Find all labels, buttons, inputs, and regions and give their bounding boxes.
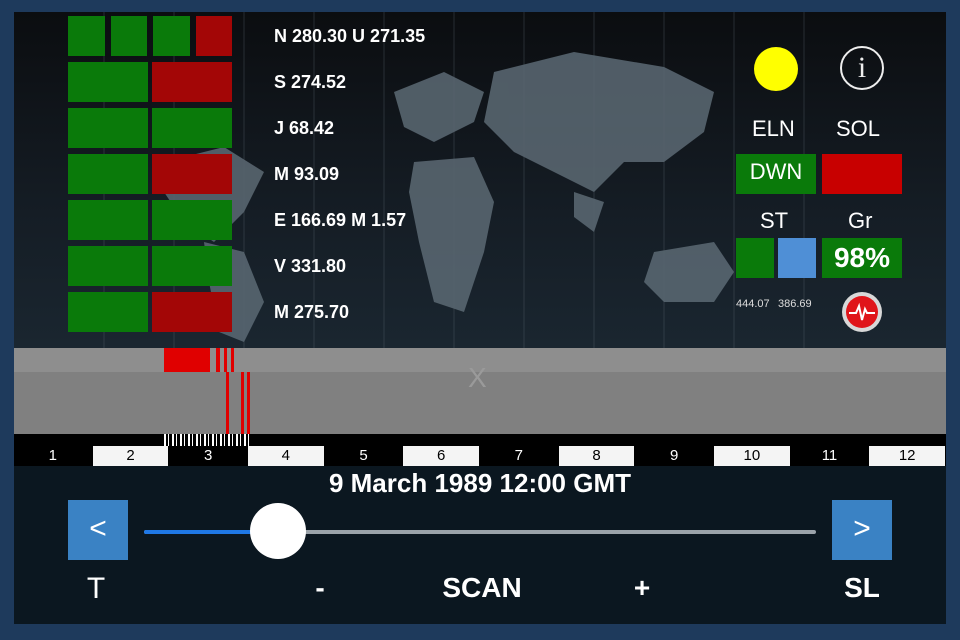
month-label[interactable]: 5	[325, 446, 402, 466]
aspect-cell	[68, 200, 148, 240]
st-indicator-blue	[778, 238, 816, 278]
gr-label: Gr	[848, 208, 873, 233]
strip-marker	[247, 372, 250, 434]
planet-readout: J 68.42	[274, 118, 335, 138]
gr-percent: 98%	[822, 238, 902, 278]
app-frame: N 280.30 U 271.35 S 274.52 J 68.42 M 93.09 E…	[14, 12, 946, 624]
aspect-cell	[152, 108, 232, 148]
t-button[interactable]: T	[74, 572, 118, 606]
aspect-cell	[68, 62, 148, 102]
strip-marker	[164, 348, 210, 372]
minus-button[interactable]: -	[300, 572, 340, 604]
month-label[interactable]: 3	[170, 446, 246, 466]
month-label[interactable]: 8	[558, 446, 635, 466]
month-label[interactable]: 10	[714, 446, 790, 466]
month-label[interactable]: 11	[791, 446, 868, 466]
heartbeat-wave	[849, 302, 875, 321]
small-value-right: 386.69	[778, 298, 812, 310]
strip-marker	[241, 372, 244, 434]
aspect-cell	[152, 154, 232, 194]
sun-icon[interactable]	[754, 47, 798, 91]
st-indicator-green	[736, 238, 774, 278]
month-label[interactable]: 9	[636, 446, 712, 466]
aspect-cell	[195, 16, 232, 56]
sol-status	[822, 154, 902, 194]
sl-button[interactable]: SL	[832, 572, 892, 604]
planet-readout: E 166.69 M 1.57	[274, 210, 407, 230]
month-label[interactable]: 2	[92, 446, 169, 466]
next-button[interactable]: >	[832, 500, 892, 560]
strip-marker	[226, 372, 229, 434]
small-value-left: 444.07	[736, 298, 770, 310]
month-label[interactable]: 4	[248, 446, 324, 466]
strip-marker	[224, 348, 227, 372]
eln-label: ELN	[752, 116, 795, 141]
date-label: 9 March 1989 12:00 GMT	[328, 468, 632, 498]
month-label[interactable]: 6	[403, 446, 479, 466]
month-label[interactable]: 12	[869, 446, 945, 466]
st-label: ST	[760, 208, 789, 233]
planet-readout: M 275.70	[274, 302, 350, 322]
prev-button[interactable]: <	[68, 500, 128, 560]
month-ruler[interactable]: 1 2 3 4 5 6 7 8 9 10 11 12	[14, 434, 946, 466]
strip-marker	[216, 348, 220, 372]
aspect-cell	[152, 62, 232, 102]
info-icon[interactable]: i	[840, 46, 884, 90]
aspect-cell	[68, 154, 148, 194]
aspect-cell	[152, 246, 232, 286]
planet-readout: M 93.09	[274, 164, 340, 184]
month-label[interactable]: 7	[481, 446, 557, 466]
aspect-cell	[68, 108, 148, 148]
world-map-panel: N 280.30 U 271.35 S 274.52 J 68.42 M 93.09 E…	[14, 12, 946, 348]
eln-status: DWN	[736, 154, 816, 194]
planet-readout: N 280.30 U 271.35	[274, 26, 426, 46]
sol-label: SOL	[836, 116, 881, 141]
planet-readout: V 331.80	[274, 256, 347, 276]
aspect-cell	[68, 246, 148, 286]
time-slider-track[interactable]	[144, 530, 816, 534]
scan-button[interactable]: SCAN	[422, 572, 542, 604]
aspect-cell	[110, 16, 147, 56]
time-slider-thumb[interactable]	[250, 503, 307, 559]
month-label[interactable]: 1	[15, 446, 91, 466]
aspect-cell	[153, 16, 190, 56]
aspect-cell	[152, 292, 232, 332]
aspect-cell	[68, 16, 105, 56]
timeline-strip[interactable]: X	[14, 348, 946, 434]
heartbeat-icon[interactable]	[842, 292, 882, 332]
strip-center-mark: X	[468, 362, 487, 393]
aspect-cell	[68, 292, 148, 332]
heartbeat-icon-face	[846, 296, 878, 328]
aspect-cell	[152, 200, 232, 240]
planet-readout: S 274.52	[274, 72, 347, 92]
month-ruler-ticks	[164, 434, 250, 446]
strip-marker	[231, 348, 234, 372]
plus-button[interactable]: +	[622, 572, 662, 604]
